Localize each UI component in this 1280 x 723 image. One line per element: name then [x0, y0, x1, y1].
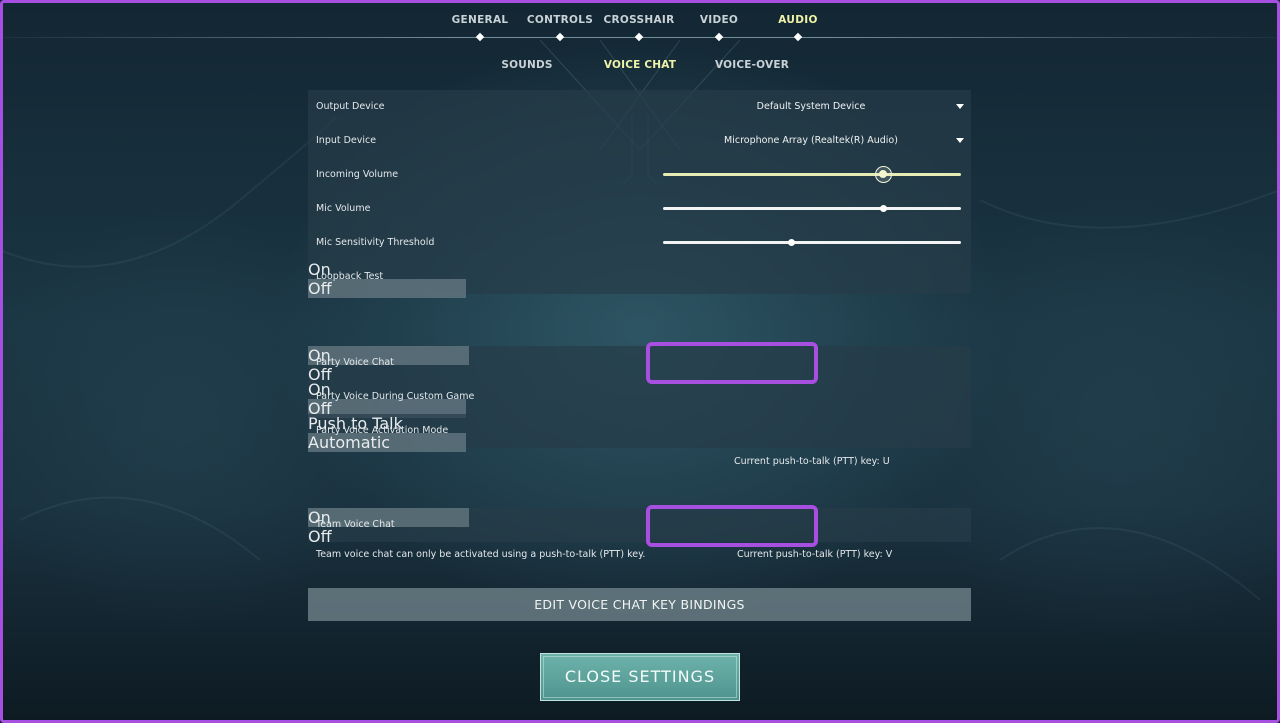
incoming-volume-label: Incoming Volume: [316, 169, 399, 180]
setting-row-party-voice-custom-game: Party Voice During Custom Game On Off: [308, 380, 971, 418]
setting-row-input-device: Input Device Microphone Array (Realtek(R…: [308, 124, 971, 158]
close-settings-button[interactable]: CLOSE SETTINGS: [540, 653, 740, 701]
subtab-voice-over[interactable]: VOICE-OVER: [692, 59, 812, 71]
tab-general-label: GENERAL: [451, 14, 509, 26]
slider-handle[interactable]: [787, 239, 795, 246]
slider-track: [663, 207, 961, 210]
output-device-value: Default System Device: [756, 101, 866, 112]
input-device-dropdown[interactable]: Microphone Array (Realtek(R) Audio): [651, 124, 971, 158]
input-device-value: Microphone Array (Realtek(R) Audio): [724, 135, 898, 146]
mic-sensitivity-label: Mic Sensitivity Threshold: [316, 237, 435, 248]
subtab-sounds[interactable]: SOUNDS: [467, 59, 587, 71]
team-voice-chat-label: Team Voice Chat: [316, 519, 395, 530]
setting-row-team-voice-chat: Team Voice Chat On Off: [308, 508, 971, 546]
loopback-test-label: Loopback Test: [316, 271, 384, 282]
party-ptt-key-note: Current push-to-talk (PTT) key: U: [734, 456, 890, 467]
tab-indicator-diamond: [714, 32, 724, 42]
input-device-label: Input Device: [316, 135, 377, 146]
tab-indicator-diamond: [793, 32, 803, 42]
output-device-dropdown[interactable]: Default System Device: [651, 90, 971, 124]
tab-audio-label: AUDIO: [778, 14, 818, 26]
top-tab-bar: GENERAL CONTROLS CROSSHAIR VIDEO AUDIO: [0, 0, 1280, 42]
tab-video-label: VIDEO: [699, 14, 739, 26]
setting-row-party-voice-chat: Party Voice Chat On Off: [308, 346, 971, 384]
party-voice-chat-label: Party Voice Chat: [316, 357, 394, 368]
subtab-voice-chat[interactable]: VOICE CHAT: [580, 59, 700, 71]
setting-row-party-voice-activation: Party Voice Activation Mode Push to Talk…: [308, 414, 971, 452]
party-voice-custom-label: Party Voice During Custom Game: [316, 391, 475, 402]
slider-track: [663, 241, 961, 244]
party-voice-mode-label: Party Voice Activation Mode: [316, 425, 449, 436]
tab-controls-label: CONTROLS: [526, 14, 594, 26]
tab-indicator-diamond: [634, 32, 644, 42]
slider-track: [663, 173, 961, 176]
tab-indicator-diamond: [475, 32, 485, 42]
slider-handle[interactable]: [880, 205, 888, 212]
setting-row-loopback-test: Loopback Test On Off: [308, 260, 971, 298]
setting-row-output-device: Output Device Default System Device: [308, 90, 971, 124]
mic-sensitivity-slider[interactable]: [663, 226, 961, 260]
slider-handle[interactable]: [875, 166, 893, 183]
mic-volume-slider[interactable]: [663, 192, 961, 226]
team-ptt-key-note: Current push-to-talk (PTT) key: V: [737, 549, 893, 560]
setting-row-mic-sensitivity: Mic Sensitivity Threshold: [308, 226, 971, 260]
setting-row-mic-volume: Mic Volume: [308, 192, 971, 226]
close-settings-label: CLOSE SETTINGS: [564, 667, 716, 686]
setting-row-incoming-volume: Incoming Volume: [308, 158, 971, 192]
caret-down-icon: [956, 138, 964, 143]
tab-crosshair-label: CROSSHAIR: [603, 14, 675, 26]
output-device-label: Output Device: [316, 101, 385, 112]
tab-audio[interactable]: AUDIO: [748, 14, 848, 42]
tab-indicator-diamond: [555, 32, 565, 42]
team-voice-note: Team voice chat can only be activated us…: [316, 549, 646, 560]
incoming-volume-slider[interactable]: [663, 158, 961, 192]
mic-volume-label: Mic Volume: [316, 203, 371, 214]
caret-down-icon: [956, 104, 964, 109]
sub-tab-bar: SOUNDS VOICE CHAT VOICE-OVER: [0, 56, 1280, 76]
edit-voice-chat-key-bindings-button[interactable]: EDIT VOICE CHAT KEY BINDINGS: [308, 588, 971, 621]
